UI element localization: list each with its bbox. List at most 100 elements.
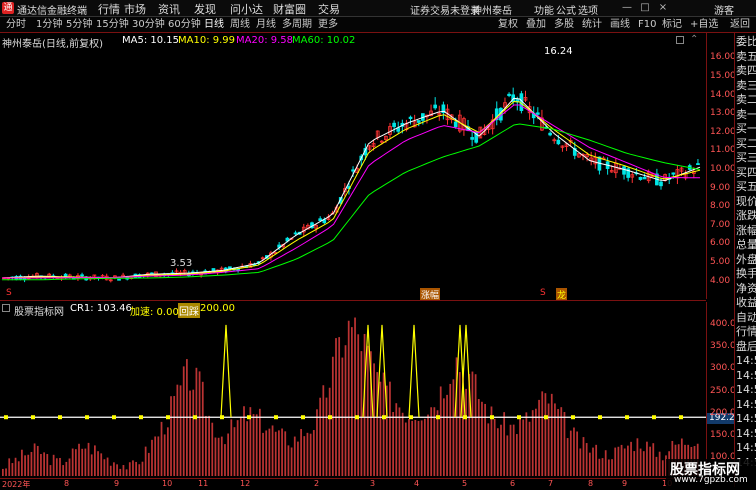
indicator-bar [573, 427, 575, 476]
candle-body [556, 139, 561, 145]
indicator-name[interactable]: 股票指标网 [14, 303, 64, 318]
indicator-bar [401, 412, 404, 476]
level-dot [247, 415, 251, 420]
indicator-bar [220, 436, 223, 476]
tab-fuquan[interactable]: 复权 [496, 17, 520, 33]
tab-draw[interactable]: 画线 [608, 17, 632, 33]
indicator-bar [325, 397, 328, 476]
indicator-bar [604, 450, 607, 476]
pane-settings-icon[interactable]: ⌃ [690, 34, 698, 45]
indicator-bar [11, 463, 14, 476]
close-button[interactable]: × [656, 1, 670, 15]
indicator-bar [65, 461, 68, 476]
tab-multi[interactable]: 多周期 [280, 17, 314, 33]
quote-side-panel[interactable]: 委比 卖五 卖四 卖三 卖二 卖一 买一 买二 买三 买四 买五 现价 涨跌 涨幅 总量 外盘 换手 净资 收益 自动… [734, 33, 756, 487]
tab-5min[interactable]: 5分钟 [64, 17, 94, 33]
indicator-bar [535, 408, 537, 476]
candle-body [470, 137, 474, 140]
indicator-bar [81, 448, 84, 476]
price-tick-label: 8.00 [710, 201, 731, 212]
login-notice[interactable]: 证券交易未登录 [410, 2, 480, 17]
menu-market[interactable]: 市场 [124, 1, 146, 17]
indicator-bar [287, 445, 290, 476]
indicator-bar [639, 448, 642, 476]
side-panel-item: 换手 [736, 267, 756, 280]
menu-wealth[interactable]: 财富圈 [273, 1, 306, 17]
indicator-bar [423, 418, 426, 476]
tab-fenshi[interactable]: 分时 [4, 17, 28, 33]
tab-f10[interactable]: F10 [636, 17, 658, 33]
tab-15min[interactable]: 15分钟 [94, 17, 131, 33]
indicator-bar [354, 317, 356, 476]
tab-mark[interactable]: 标记 [660, 17, 684, 33]
indicator-bar [195, 367, 198, 476]
menu-formula[interactable]: 公式 [556, 2, 576, 17]
stock-link[interactable]: 神州泰岳 [472, 2, 512, 17]
signal-spike [376, 324, 388, 418]
tab-1min[interactable]: 1分钟 [34, 17, 64, 33]
guest-label[interactable]: 游客 [714, 2, 734, 17]
side-panel-item: 委比 [736, 35, 756, 48]
indicator-bar [116, 464, 118, 476]
tab-monthly[interactable]: 月线 [254, 17, 278, 33]
tab-multistock[interactable]: 多股 [552, 17, 576, 33]
menu-discover[interactable]: 发现 [194, 1, 216, 17]
main-kline-chart[interactable]: 神州泰岳(日线,前复权) MA5: 10.15 MA10: 9.99 MA20:… [0, 33, 706, 301]
indicator-bar [303, 436, 306, 476]
minimize-pane-icon[interactable] [676, 36, 684, 44]
indicator-bar [192, 389, 195, 476]
tab-overlay[interactable]: 叠加 [524, 17, 548, 33]
indicator-svg [0, 317, 706, 476]
tab-more[interactable]: 更多 [316, 17, 340, 33]
maximize-button[interactable]: □ [638, 1, 652, 15]
menu-news[interactable]: 资讯 [158, 1, 180, 17]
menu-ask[interactable]: 问小达 [230, 1, 263, 17]
pane-divider[interactable] [0, 300, 706, 301]
candle-body [318, 218, 323, 222]
indicator-bar [585, 443, 588, 476]
tab-weekly[interactable]: 周线 [228, 17, 252, 33]
minimize-button[interactable]: — [620, 1, 634, 15]
tab-stats[interactable]: 统计 [580, 17, 604, 33]
tab-30min[interactable]: 30分钟 [130, 17, 167, 33]
app-title: 通达信金融终端 [17, 6, 87, 17]
side-panel-item: 涨跌 [736, 209, 756, 222]
menu-options[interactable]: 选项 [578, 2, 598, 17]
level-dot [85, 415, 89, 420]
indicator-bar [100, 453, 103, 476]
menu-hq[interactable]: 行情 [98, 1, 120, 17]
tab-add-watch[interactable]: +自选 [688, 17, 720, 33]
price-tick-label: 13.00 [710, 108, 736, 119]
level-dot [490, 415, 494, 420]
indicator-bar [94, 445, 96, 476]
indicator-bar [113, 462, 115, 476]
ma-line-ma20 [2, 104, 700, 279]
tab-back[interactable]: 返回 [728, 17, 752, 33]
tab-60min[interactable]: 60分钟 [166, 17, 203, 33]
indicator-bar [611, 459, 613, 476]
indicator-bar [274, 431, 277, 476]
indicator-bar [262, 432, 264, 476]
tab-daily[interactable]: 日线 [202, 17, 226, 33]
indicator-bar [160, 421, 163, 476]
cr1-label: CR1: 103.46 [70, 303, 132, 314]
indicator-bar [655, 456, 658, 476]
indicator-bar [173, 396, 176, 476]
side-panel-item: 总量 [736, 238, 756, 251]
indicator-bar [227, 433, 230, 476]
candle-body [453, 121, 458, 128]
menu-trade[interactable]: 交易 [318, 1, 340, 17]
menu-function[interactable]: 功能 [534, 2, 554, 17]
indicator-bar [420, 420, 423, 476]
indicator-chart[interactable]: 股票指标网 CR1: 103.46 加速: 0.00 回踩 200.00 [0, 302, 706, 478]
indicator-bar [500, 424, 502, 476]
indicator-checkbox-icon[interactable] [2, 304, 10, 312]
ma5-label: MA5: 10.15 [122, 35, 180, 46]
indicator-bar [417, 420, 420, 476]
side-panel-item: 14:50 [736, 368, 756, 382]
indicator-bar [404, 422, 407, 476]
indicator-bar [623, 448, 626, 476]
indicator-bar [306, 432, 309, 476]
ma-line-ma5 [1, 97, 701, 279]
level-dot [328, 415, 332, 420]
